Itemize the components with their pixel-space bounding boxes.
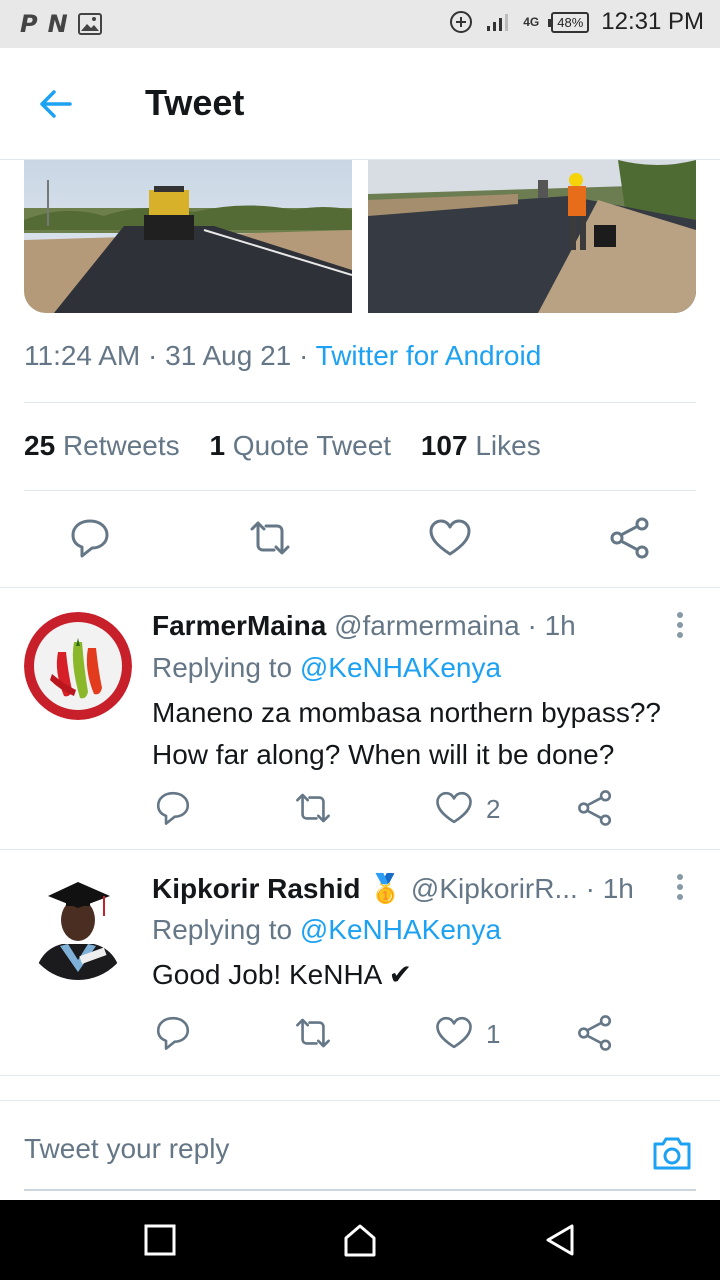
reply-author-name[interactable]: Kipkorir Rashid bbox=[152, 873, 360, 904]
status-time: 12:31 PM bbox=[601, 8, 704, 35]
retweets-stat[interactable]: 25 Retweets bbox=[24, 430, 180, 461]
signal-icon bbox=[487, 14, 509, 31]
road-roller-photo[interactable] bbox=[24, 160, 352, 313]
avatar[interactable] bbox=[24, 872, 132, 980]
share-icon[interactable] bbox=[608, 515, 652, 561]
reply-time: 1h bbox=[602, 873, 634, 904]
reply-text: Good Job! KeNHA ✔ bbox=[152, 959, 413, 990]
recents-button-icon[interactable] bbox=[142, 1222, 178, 1258]
divider bbox=[24, 402, 696, 403]
replying-to-link[interactable]: @KeNHAKenya bbox=[300, 652, 501, 683]
more-options-icon[interactable] bbox=[670, 872, 690, 902]
arrow-left-icon[interactable] bbox=[36, 84, 76, 124]
like-count: 2 bbox=[486, 794, 501, 824]
n-notification-icon: N bbox=[47, 10, 68, 38]
replying-to-link[interactable]: @KeNHAKenya bbox=[300, 914, 501, 945]
reply-header: FarmerMaina @farmermaina · 1h bbox=[152, 610, 576, 641]
tweet-source-link[interactable]: Twitter for Android bbox=[316, 340, 542, 371]
reply-author-handle[interactable]: @KipkorirR... bbox=[411, 873, 578, 904]
reply-composer bbox=[0, 1100, 720, 1200]
likes-stat[interactable]: 107 Likes bbox=[421, 430, 541, 461]
replying-to: Replying to @KeNHAKenya bbox=[152, 914, 502, 945]
tweet-media[interactable] bbox=[24, 160, 696, 313]
verified-badge-icon: 🥇 bbox=[368, 873, 404, 904]
share-icon[interactable] bbox=[575, 788, 615, 828]
battery-indicator: 48% bbox=[548, 11, 590, 33]
retweet-icon[interactable] bbox=[293, 788, 333, 828]
reply-author-handle[interactable]: @farmermaina bbox=[334, 610, 520, 641]
reply-header: Kipkorir Rashid 🥇 @KipkorirR... · 1h bbox=[152, 873, 634, 904]
image-icon bbox=[77, 13, 102, 35]
replying-to: Replying to @KeNHAKenya bbox=[152, 652, 502, 683]
status-left-icons: P N bbox=[20, 10, 102, 38]
app-header: Tweet bbox=[0, 48, 720, 160]
reply-icon[interactable] bbox=[153, 788, 193, 828]
reply-input[interactable] bbox=[24, 1133, 624, 1165]
home-button-icon[interactable] bbox=[342, 1222, 378, 1258]
divider bbox=[0, 1075, 720, 1076]
page-title: Tweet bbox=[145, 82, 245, 123]
like-icon[interactable] bbox=[434, 788, 474, 828]
system-nav-bar bbox=[0, 1200, 720, 1280]
reply-tweet[interactable]: Kipkorir Rashid 🥇 @KipkorirR... · 1h Rep… bbox=[0, 850, 720, 1075]
retweet-icon[interactable] bbox=[293, 1013, 333, 1053]
p-notification-icon: P bbox=[20, 10, 38, 38]
reply-text: Maneno za mombasa northern bypass?? How … bbox=[152, 697, 661, 770]
avatar[interactable] bbox=[24, 612, 132, 720]
quote-tweets-stat[interactable]: 1 Quote Tweet bbox=[209, 430, 391, 461]
back-button-icon[interactable] bbox=[542, 1222, 578, 1258]
tweet-actions bbox=[0, 515, 720, 565]
share-icon[interactable] bbox=[575, 1013, 615, 1053]
status-bar: P N 4G 48% 12:31 PM bbox=[0, 0, 720, 48]
reply-icon[interactable] bbox=[68, 515, 112, 561]
tweet-date: 31 Aug 21 bbox=[165, 340, 292, 371]
network-type: 4G bbox=[523, 15, 540, 29]
reply-author-name[interactable]: FarmerMaina bbox=[152, 610, 326, 641]
like-icon[interactable] bbox=[428, 515, 472, 561]
reply-input-underline bbox=[24, 1189, 696, 1191]
reply-icon[interactable] bbox=[153, 1013, 193, 1053]
like-icon[interactable] bbox=[434, 1013, 474, 1053]
reply-tweet[interactable]: FarmerMaina @farmermaina · 1h Replying t… bbox=[0, 588, 720, 848]
tweet-meta: 11:24 AM · 31 Aug 21 · Twitter for Andro… bbox=[24, 340, 542, 371]
status-right-icons: 4G 48% 12:31 PM bbox=[449, 8, 704, 36]
more-options-icon[interactable] bbox=[670, 610, 690, 640]
retweet-icon[interactable] bbox=[248, 515, 292, 561]
reply-time: 1h bbox=[544, 610, 576, 641]
divider bbox=[24, 490, 696, 491]
tweet-time: 11:24 AM bbox=[24, 340, 141, 371]
road-worker-photo[interactable] bbox=[368, 160, 696, 313]
camera-icon[interactable] bbox=[650, 1131, 694, 1175]
tweet-stats: 25 Retweets 1 Quote Tweet 107 Likes bbox=[24, 430, 541, 462]
like-count: 1 bbox=[486, 1019, 501, 1049]
data-saver-icon bbox=[450, 11, 473, 33]
